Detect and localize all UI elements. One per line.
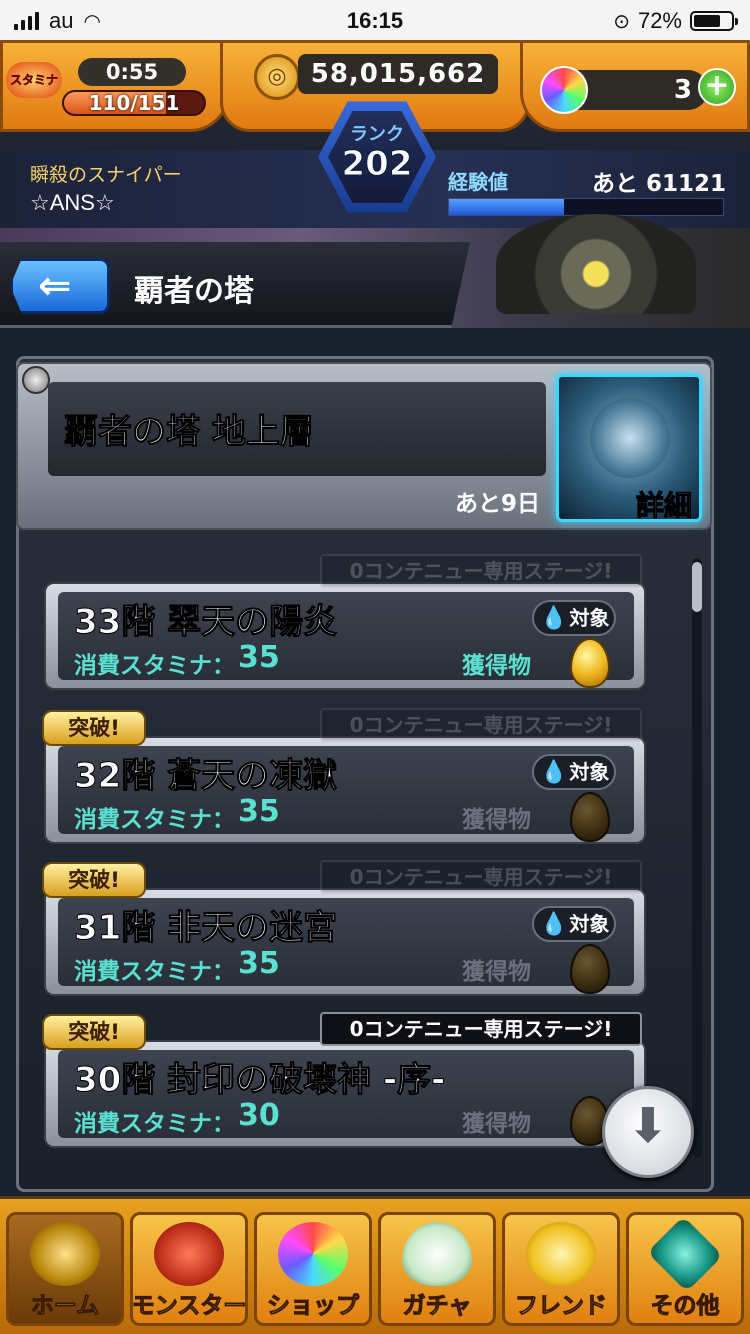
monster-icon [154, 1222, 224, 1286]
water-element-icon: 💧 [540, 912, 568, 937]
player-name: ☆ANS☆ [30, 190, 115, 215]
stage-stamina-label: 消費スタミナ： [74, 959, 235, 985]
water-element-icon: 💧 [540, 760, 568, 785]
friend-icon [526, 1222, 596, 1286]
pin-icon [22, 366, 50, 394]
exp-label: 経験値 [448, 170, 508, 194]
status-bar: au ◠ 16:15 ⊙ 72% [0, 0, 750, 40]
stage-row[interactable]: 0コンテニュー専用ステージ! 33階 翠天の陽炎 消費スタミナ： 35 獲得物 … [44, 554, 646, 690]
nav-label: ガチャ [402, 1293, 472, 1320]
stage-stamina-label: 消費スタミナ： [74, 653, 235, 679]
nav-label: フレンド [515, 1293, 608, 1320]
water-element-icon: 💧 [540, 606, 568, 631]
rainbow-orb-icon [540, 66, 588, 114]
stage-stamina-value: 35 [238, 794, 280, 829]
stage-floor-name: 31階 非天の迷宮 [73, 908, 338, 949]
no-continue-notice: 0コンテニュー専用ステージ! [320, 860, 642, 894]
stage-reward-label: 獲得物 [462, 1111, 531, 1137]
stamina-icon: スタミナ [6, 62, 62, 98]
battery-icon [690, 11, 738, 31]
dungeon-name: 覇者の塔 地上層 [64, 412, 315, 453]
no-continue-notice: 0コンテニュー専用ステージ! [320, 554, 642, 588]
stage-reward-label: 獲得物 [462, 959, 531, 985]
exp-remaining: あと 61121 [591, 171, 726, 197]
gold-coin-icon: ◎ [254, 54, 300, 100]
orb-count: 3 [673, 75, 692, 105]
tower-globe-icon [590, 398, 670, 478]
breakthrough-badge: 突破! [42, 1014, 146, 1050]
stage-row[interactable]: 0コンテニュー専用ステージ! 31階 非天の迷宮 消費スタミナ： 35 獲得物 … [42, 860, 646, 996]
target-tag: 💧 対象 [532, 906, 616, 942]
stage-floor-name: 30階 封印の破壊神 -序- [73, 1060, 446, 1101]
stage-row[interactable]: 0コンテニュー専用ステージ! 30階 封印の破壊神 -序- 消費スタミナ： 30… [42, 1012, 646, 1148]
orb-icon [278, 1222, 348, 1286]
rank-value: 202 [341, 144, 413, 185]
stage-floor-name: 33階 翠天の陽炎 [73, 602, 338, 643]
scrollbar-track[interactable] [692, 558, 702, 1158]
target-tag: 💧 対象 [532, 754, 616, 790]
target-label: 対象 [569, 760, 610, 784]
stage-reward-label: 獲得物 [462, 653, 531, 679]
rank-label: ランク [350, 124, 404, 145]
rotation-lock-icon: ⊙ [613, 10, 630, 33]
target-tag: 💧 対象 [532, 600, 616, 636]
target-label: 対象 [569, 606, 610, 630]
target-label: 対象 [569, 912, 610, 936]
stage-row[interactable]: 0コンテニュー専用ステージ! 32階 蒼天の凍獄 消費スタミナ： 35 獲得物 … [42, 708, 646, 844]
dungeon-days-left: あと9日 [454, 491, 540, 517]
stage-stamina-value: 30 [238, 1098, 280, 1133]
stamina-timer: 0:55 [78, 58, 186, 86]
nav-label: ショップ [267, 1293, 360, 1320]
home-icon [30, 1222, 100, 1286]
stage-stamina-label: 消費スタミナ： [74, 1111, 235, 1137]
no-continue-notice: 0コンテニュー専用ステージ! [320, 1012, 642, 1046]
player-title: 瞬殺のスナイパー [30, 164, 182, 186]
download-arrow-icon: ⬇ [627, 1098, 669, 1154]
nav-label: モンスター [131, 1293, 247, 1320]
gold-value: 58,015,662 [310, 59, 486, 89]
stage-stamina-label: 消費スタミナ： [74, 807, 235, 833]
stage-reward-label: 獲得物 [462, 807, 531, 833]
scrollbar-thumb[interactable] [692, 562, 702, 612]
nav-label: その他 [650, 1293, 720, 1320]
stamina-value: 110/151 [88, 91, 180, 115]
page-title: 覇者の塔 [134, 274, 254, 309]
stage-stamina-value: 35 [238, 640, 280, 675]
detail-label: 詳細 [635, 489, 693, 523]
breakthrough-badge: 突破! [42, 862, 146, 898]
back-arrow-icon: ⇐ [38, 263, 72, 309]
stage-stamina-value: 35 [238, 946, 280, 981]
stage-floor-name: 32階 蒼天の凍獄 [73, 756, 338, 797]
add-orb-button[interactable]: + [698, 68, 736, 106]
battery-percent: 72% [637, 8, 682, 33]
no-continue-notice: 0コンテニュー専用ステージ! [320, 708, 642, 742]
banner-dome-art [496, 214, 696, 314]
breakthrough-badge: 突破! [42, 710, 146, 746]
nav-label: ホーム [30, 1293, 100, 1320]
